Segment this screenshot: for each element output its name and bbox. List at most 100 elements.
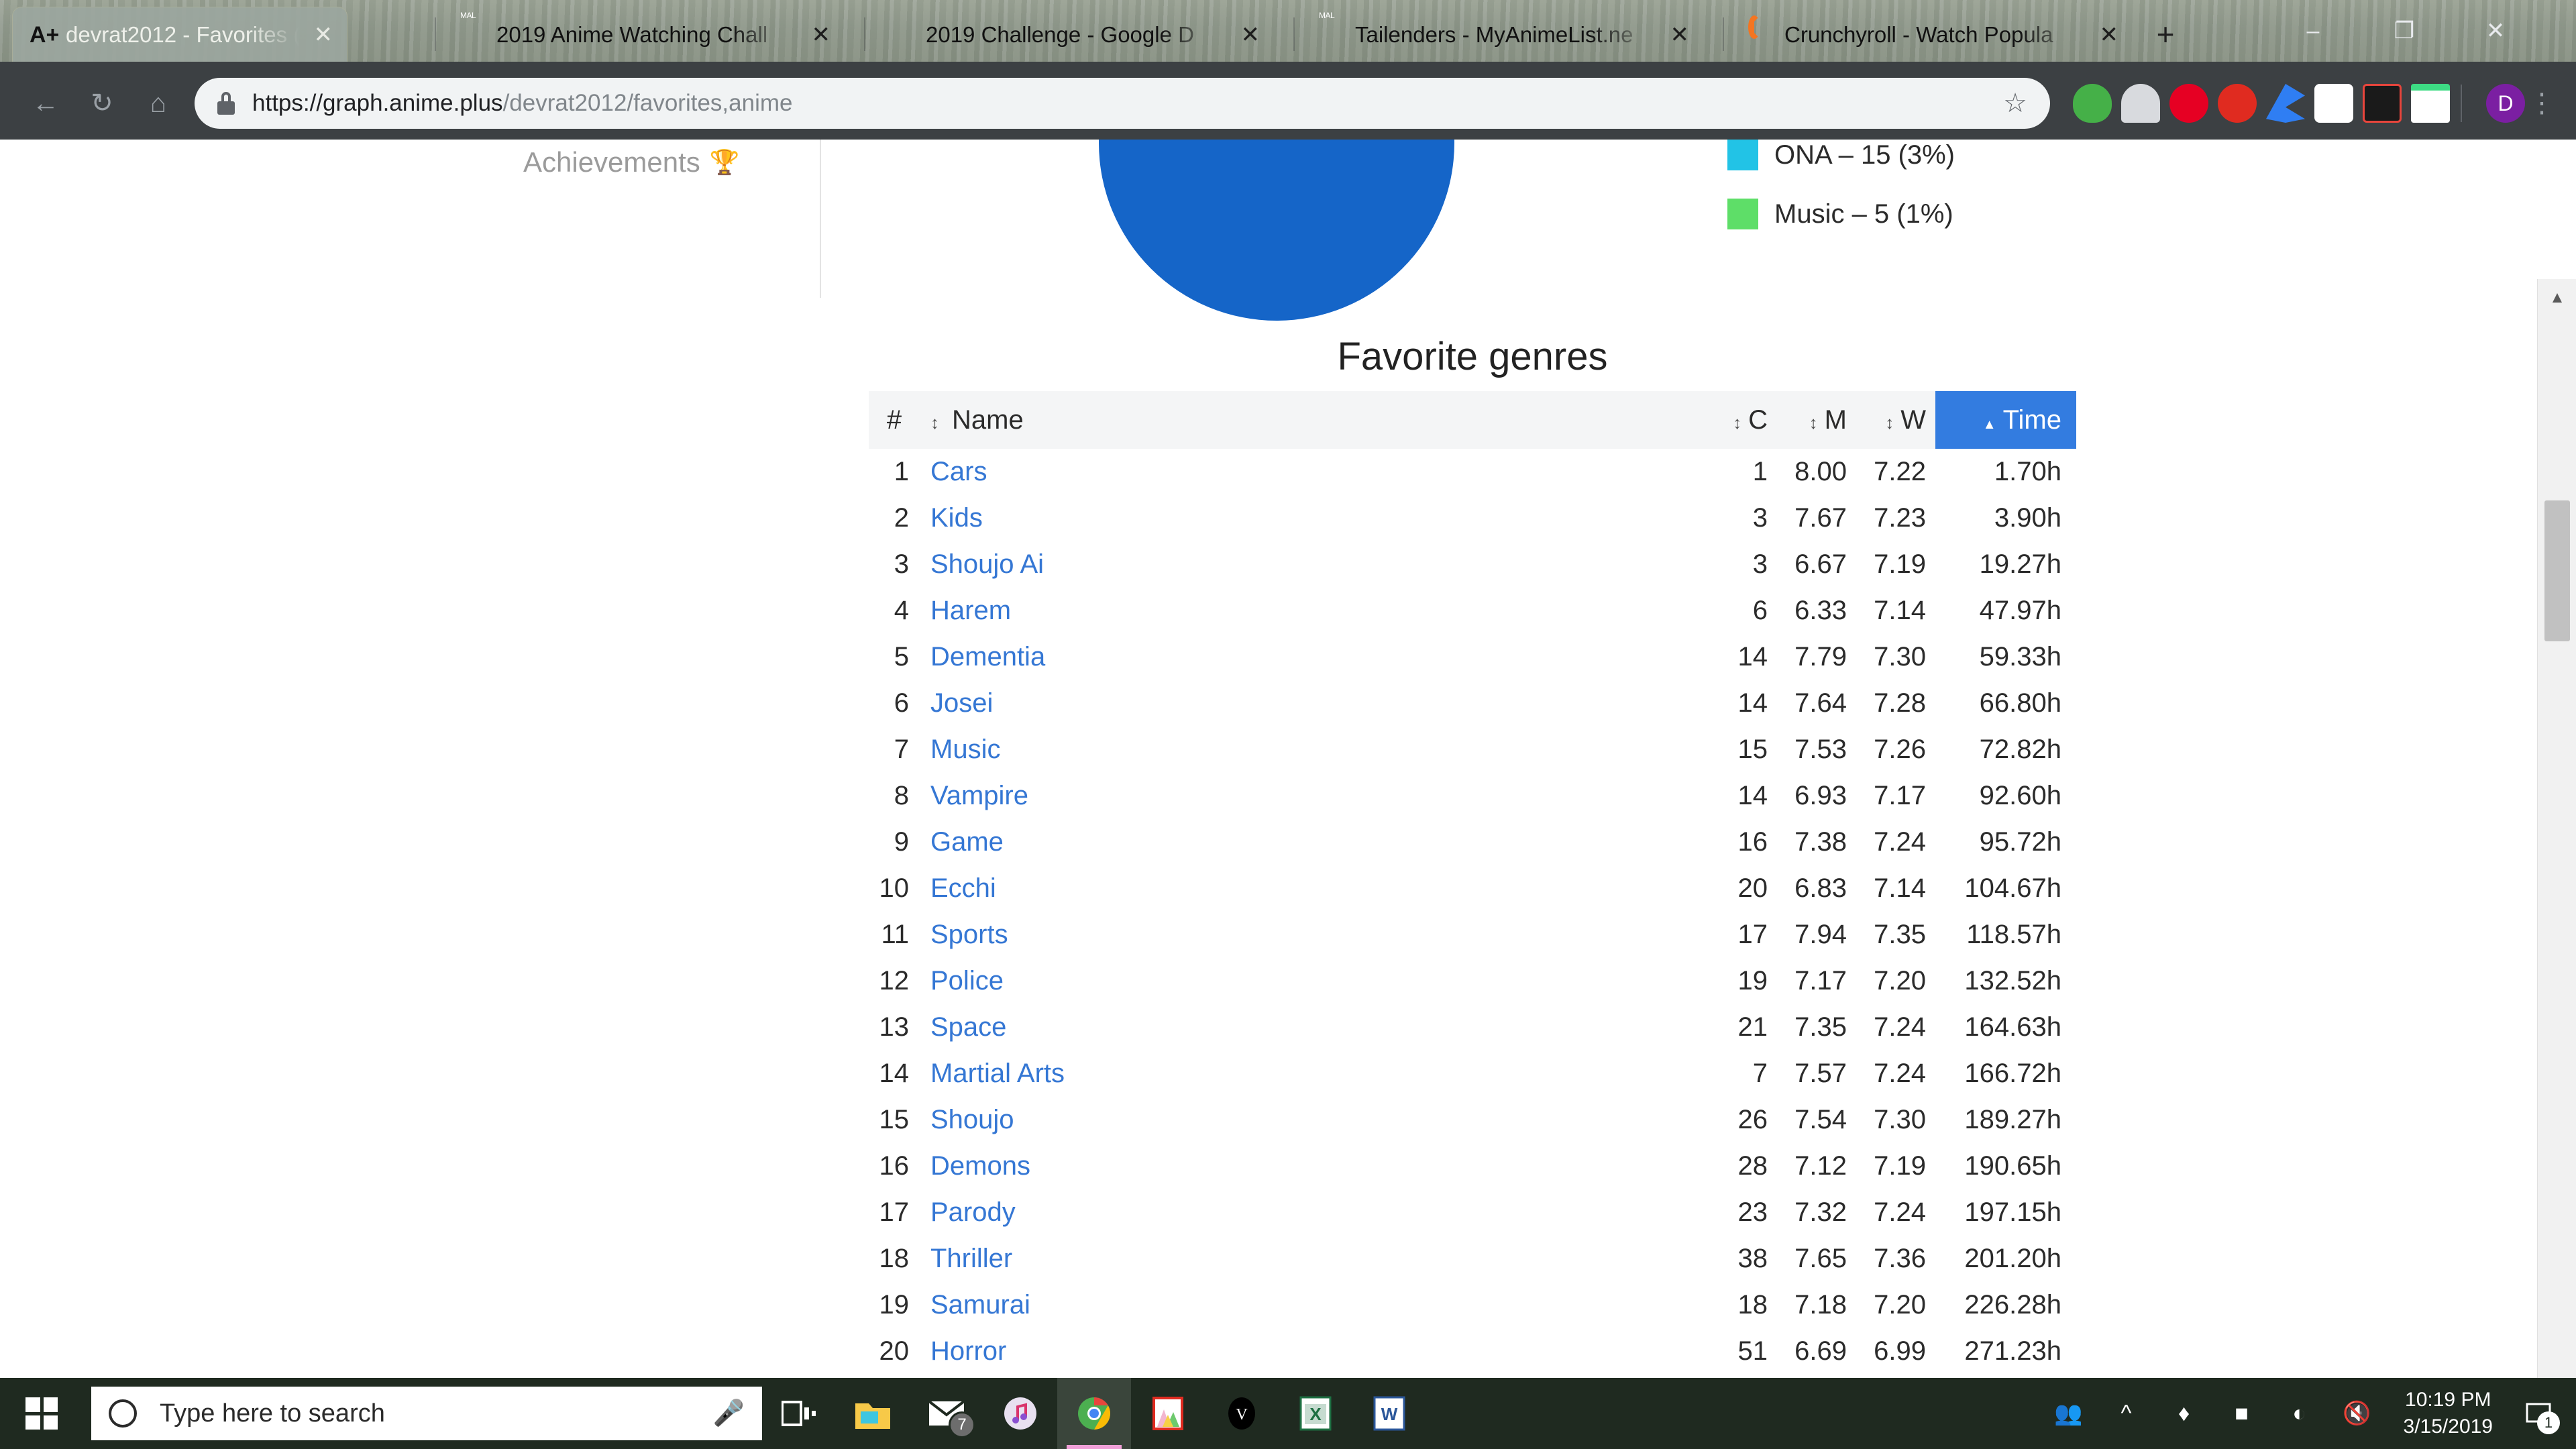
genre-link[interactable]: Shoujo Ai <box>930 549 1044 579</box>
sort-icon-time-asc[interactable] <box>1982 414 1996 431</box>
reload-button[interactable]: ↻ <box>74 75 130 131</box>
sort-icon-w[interactable] <box>1879 414 1894 431</box>
windows-logo-icon <box>25 1397 58 1430</box>
genre-link[interactable]: Space <box>930 1012 1006 1042</box>
genre-link[interactable]: Game <box>930 827 1004 857</box>
taskbar-search-input[interactable]: Type here to search 🎤 <box>91 1387 762 1440</box>
genre-link[interactable]: Harem <box>930 596 1011 625</box>
itunes-icon[interactable] <box>983 1378 1057 1449</box>
cell-index: 2 <box>894 503 909 533</box>
minimize-button[interactable]: – <box>2275 0 2351 62</box>
sort-icon-name[interactable] <box>930 414 945 431</box>
dropbox-extension-icon[interactable] <box>2266 84 2305 123</box>
onedrive-extension-icon[interactable] <box>2314 84 2353 123</box>
start-button[interactable] <box>0 1378 83 1449</box>
avatar[interactable]: D <box>2486 84 2525 123</box>
legend-item-music[interactable]: Music – 5 (1%) <box>1727 199 1955 229</box>
column-header-name[interactable]: Name <box>920 391 1698 449</box>
genre-link[interactable]: Shoujo <box>930 1105 1014 1134</box>
browser-tab-3[interactable]: 2019 Challenge - Google D ✕ <box>872 7 1275 63</box>
bookmark-star-icon[interactable]: ☆ <box>2003 88 2027 119</box>
browser-toolbar: ← ↻ ⌂ https://graph.anime.plus/devrat201… <box>0 67 2576 140</box>
new-tab-button[interactable]: + <box>2147 16 2184 54</box>
column-header-index[interactable]: # <box>869 391 920 449</box>
adobe-acrobat-extension-icon[interactable] <box>2363 84 2402 123</box>
cell-time: 3.90h <box>1994 503 2061 533</box>
cell-name: Police <box>920 958 1698 1004</box>
genre-link[interactable]: Vampire <box>930 781 1028 810</box>
achievements-link[interactable]: Achievements 🏆 <box>523 146 740 178</box>
column-header-m[interactable]: M <box>1777 391 1856 449</box>
tab-close-button[interactable]: ✕ <box>806 23 837 46</box>
close-window-button[interactable]: ✕ <box>2458 0 2533 62</box>
browser-tab-5[interactable]: Crunchyroll - Watch Popula ✕ <box>1731 7 2133 63</box>
table-header-row: # Name C M W Time <box>869 391 2076 449</box>
genre-link[interactable]: Music <box>930 735 1000 764</box>
genre-link[interactable]: Parody <box>930 1197 1016 1227</box>
ghostery-extension-icon[interactable] <box>2121 84 2160 123</box>
browser-tab-1[interactable]: A+ devrat2012 - Favorites (anim ✕ <box>12 7 347 63</box>
genre-link[interactable]: Martial Arts <box>930 1059 1065 1088</box>
column-header-w[interactable]: W <box>1856 391 1935 449</box>
wifi-icon[interactable]: ◐ <box>2271 1378 2328 1449</box>
scroll-up-button[interactable]: ▲ <box>2538 279 2576 317</box>
people-icon[interactable]: 👥 <box>2040 1378 2098 1449</box>
chevron-up-icon[interactable]: ^ <box>2098 1378 2155 1449</box>
svg-text:X: X <box>1309 1404 1322 1424</box>
home-button[interactable]: ⌂ <box>130 75 186 131</box>
microphone-icon[interactable]: 🎤 <box>713 1399 745 1428</box>
volume-muted-icon[interactable]: 🔇 <box>2328 1378 2386 1449</box>
genre-link[interactable]: Demons <box>930 1151 1030 1181</box>
battery-icon[interactable]: ■ <box>2213 1378 2271 1449</box>
cell-c: 16 <box>1737 827 1768 857</box>
cell-w: 7.19 <box>1874 1151 1926 1181</box>
column-header-time[interactable]: Time <box>1935 391 2076 449</box>
cell-w: 7.30 <box>1874 1105 1926 1134</box>
genre-link[interactable]: Police <box>930 966 1004 996</box>
evernote-extension-icon[interactable] <box>2073 84 2112 123</box>
adblock-extension-icon[interactable] <box>2218 84 2257 123</box>
tab-close-button[interactable]: ✕ <box>309 23 339 46</box>
tab-close-button[interactable]: ✕ <box>1236 23 1266 46</box>
back-button[interactable]: ← <box>17 75 74 131</box>
tab-close-button[interactable]: ✕ <box>1665 23 1695 46</box>
notification-center-button[interactable]: 1 <box>2510 1378 2567 1449</box>
genre-link[interactable]: Kids <box>930 503 983 533</box>
genre-link[interactable]: Dementia <box>930 642 1045 672</box>
genre-link[interactable]: Horror <box>930 1336 1006 1366</box>
table-row: 2 Kids 3 7.67 7.23 3.90h <box>869 495 2076 541</box>
mcafee-extension-icon[interactable] <box>2411 84 2450 123</box>
genre-link[interactable]: Ecchi <box>930 873 996 903</box>
task-view-icon[interactable] <box>762 1378 836 1449</box>
page-scrollbar[interactable]: ▲ ▼ <box>2537 279 2576 1378</box>
chrome-menu-icon[interactable]: ⋮ <box>2525 90 2559 117</box>
sort-icon-c[interactable] <box>1727 414 1741 431</box>
browser-tab-4[interactable]: Tailenders - MyAnimeList.ne ✕ <box>1301 7 1704 63</box>
sort-icon-m[interactable] <box>1803 414 1818 431</box>
chrome-icon[interactable] <box>1057 1378 1131 1449</box>
genre-link[interactable]: Josei <box>930 688 993 718</box>
cell-c: 23 <box>1737 1197 1768 1227</box>
taskbar-clock[interactable]: 10:19 PM 3/15/2019 <box>2386 1387 2510 1441</box>
genre-link[interactable]: Sports <box>930 920 1008 949</box>
genre-link[interactable]: Thriller <box>930 1244 1012 1273</box>
vimeo-icon[interactable]: V <box>1205 1378 1279 1449</box>
legend-item-ona[interactable]: ONA – 15 (3%) <box>1727 140 1955 170</box>
address-bar[interactable]: https://graph.anime.plus/devrat2012/favo… <box>195 78 2050 129</box>
photo-app-icon[interactable] <box>1131 1378 1205 1449</box>
tab-close-button[interactable]: ✕ <box>2094 23 2125 46</box>
column-header-c[interactable]: C <box>1698 391 1777 449</box>
dropbox-tray-icon[interactable]: ♦ <box>2155 1378 2213 1449</box>
word-icon[interactable]: W <box>1352 1378 1426 1449</box>
mail-icon[interactable]: 7 <box>910 1378 983 1449</box>
cell-name: Space <box>920 1004 1698 1051</box>
pinterest-extension-icon[interactable] <box>2169 84 2208 123</box>
excel-icon[interactable]: X <box>1279 1378 1352 1449</box>
file-explorer-icon[interactable] <box>836 1378 910 1449</box>
browser-tab-2[interactable]: 2019 Anime Watching Chall ✕ <box>443 7 845 63</box>
maximize-button[interactable]: ❐ <box>2367 0 2442 62</box>
genre-link[interactable]: Samurai <box>930 1290 1030 1320</box>
cell-time: 166.72h <box>1964 1059 2061 1088</box>
genre-link[interactable]: Cars <box>930 457 987 486</box>
scrollbar-thumb[interactable] <box>2544 500 2570 641</box>
